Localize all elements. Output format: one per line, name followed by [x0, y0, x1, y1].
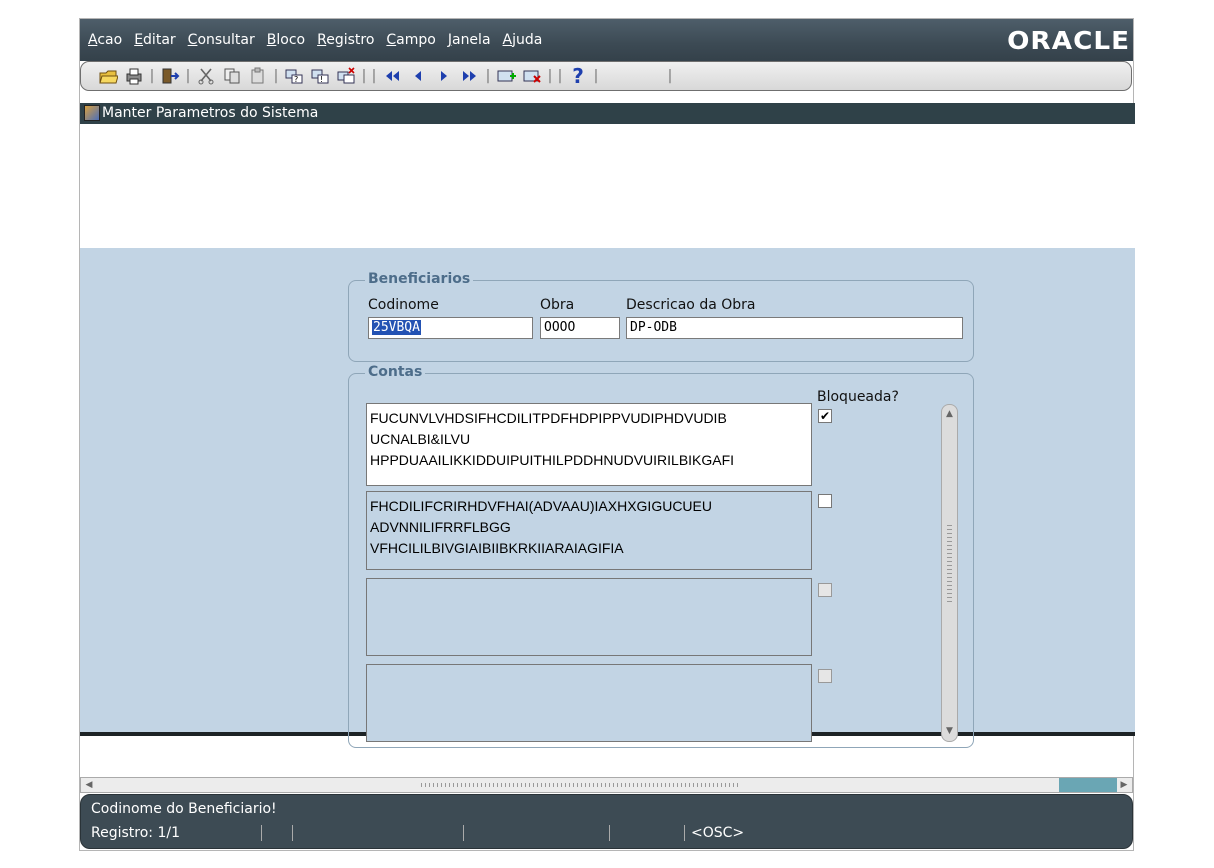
- record-count: Registro: 1/1: [91, 825, 180, 841]
- toolbar-separator: |: [361, 68, 367, 84]
- obra-label: Obra: [540, 297, 575, 313]
- status-cell: [292, 825, 463, 841]
- scroll-grip[interactable]: [947, 525, 952, 605]
- svg-text:?: ?: [294, 75, 298, 84]
- print-icon[interactable]: [123, 65, 145, 87]
- cut-icon[interactable]: [195, 65, 217, 87]
- horizontal-scrollbar[interactable]: ◀ ▶: [80, 777, 1133, 793]
- enter-query-icon[interactable]: ?: [283, 65, 305, 87]
- menu-campo[interactable]: Campo: [386, 32, 435, 48]
- conta-line: HPPDUAAILIKKIDDUIPUITHILPDDHNUDVUIRILBIK…: [370, 452, 735, 468]
- beneficiarios-title: Beneficiarios: [365, 271, 474, 287]
- window-title-bar: Manter Parametros do Sistema: [80, 103, 1135, 124]
- toolbar-separator: |: [371, 68, 377, 84]
- delete-record-icon[interactable]: [521, 65, 543, 87]
- previous-record-icon[interactable]: [407, 65, 429, 87]
- conta-line: FHCDILIFCRIRHDVFHAI(ADVAAU)IAXHXGIGUCUEU: [370, 498, 712, 514]
- scroll-left-icon[interactable]: ◀: [81, 778, 97, 792]
- toolbar-separator: |: [149, 68, 155, 84]
- next-record-icon[interactable]: [433, 65, 455, 87]
- exit-icon[interactable]: [159, 65, 181, 87]
- conta-row-2[interactable]: FHCDILIFCRIRHDVFHAI(ADVAAU)IAXHXGIGUCUEU…: [366, 491, 812, 570]
- status-cell: [261, 825, 292, 841]
- status-message: Codinome do Beneficiario!: [91, 801, 277, 817]
- execute-query-icon[interactable]: !: [309, 65, 331, 87]
- open-folder-icon[interactable]: [97, 65, 119, 87]
- conta-line: ADVNNILIFRRFLBGG: [370, 519, 511, 535]
- codinome-label: Codinome: [368, 297, 439, 313]
- status-bar: Codinome do Beneficiario! Registro: 1/1 …: [80, 794, 1133, 849]
- menu-bloco[interactable]: Bloco: [267, 32, 305, 48]
- toolbar-separator: |: [547, 68, 553, 84]
- first-record-icon[interactable]: [381, 65, 403, 87]
- status-fields: Registro: 1/1 <OSC>: [91, 825, 811, 841]
- descricao-label: Descricao da Obra: [626, 297, 756, 313]
- toolbar: | | | ? ! | | | | | ? | |: [80, 61, 1132, 91]
- toolbar-separator: |: [485, 68, 491, 84]
- bloqueada-label: Bloqueada?: [817, 389, 899, 405]
- menu-janela[interactable]: Janela: [448, 32, 491, 48]
- oracle-logo: ORACLE: [1006, 26, 1130, 55]
- contas-title: Contas: [365, 364, 426, 380]
- toolbar-separator: |: [593, 68, 599, 84]
- header-area: [80, 124, 1135, 248]
- menu-ajuda[interactable]: Ajuda: [503, 32, 543, 48]
- codinome-field[interactable]: 25VBQA: [368, 317, 533, 339]
- last-record-icon[interactable]: [459, 65, 481, 87]
- hscroll-grip[interactable]: [421, 783, 741, 787]
- status-cell: [609, 825, 684, 841]
- help-icon[interactable]: ?: [567, 64, 589, 88]
- bloqueada-checkbox-1[interactable]: ✔: [818, 409, 832, 423]
- scroll-up-icon[interactable]: ▲: [942, 407, 957, 422]
- form-canvas: Beneficiarios Codinome Obra Descricao da…: [80, 248, 1135, 748]
- obra-field[interactable]: OOOO: [540, 317, 620, 339]
- menu-acao[interactable]: Acao: [88, 32, 122, 48]
- toolbar-separator: |: [273, 68, 279, 84]
- window-title: Manter Parametros do Sistema: [102, 105, 319, 121]
- menu-bar: Acao Editar Consultar Bloco Registro Cam…: [80, 19, 1133, 61]
- menu-consultar[interactable]: Consultar: [188, 32, 255, 48]
- toolbar-separator: |: [557, 68, 563, 84]
- cancel-query-icon[interactable]: [335, 65, 357, 87]
- status-cell: [463, 825, 609, 841]
- mode-indicator: <OSC>: [684, 825, 811, 841]
- scroll-right-icon[interactable]: ▶: [1116, 778, 1132, 792]
- form-icon: [84, 105, 100, 121]
- scroll-down-icon[interactable]: ▼: [942, 724, 957, 739]
- menu-editar[interactable]: Editar: [134, 32, 175, 48]
- conta-line: FUCUNVLVHDSIFHCDILITPDFHDPIPPVUDIPHDVUDI…: [370, 410, 727, 426]
- toolbar-separator: |: [667, 68, 673, 84]
- contas-group: Contas Bloqueada? FUCUNVLVHDSIFHCDILITPD…: [348, 364, 974, 748]
- hscroll-thumb[interactable]: [1059, 778, 1117, 792]
- copy-icon[interactable]: [221, 65, 243, 87]
- conta-line: VFHCILILBIVGIAIBIIBKRKIIARAIAGIFIA: [370, 540, 624, 556]
- beneficiarios-group: Beneficiarios Codinome Obra Descricao da…: [348, 271, 974, 362]
- toolbar-separator: |: [185, 68, 191, 84]
- contas-vertical-scrollbar[interactable]: ▲ ▼: [941, 404, 958, 742]
- codinome-value: 25VBQA: [372, 320, 421, 335]
- svg-text:!: !: [320, 75, 323, 84]
- bloqueada-checkbox-4[interactable]: [818, 669, 832, 683]
- conta-line: UCNALBI&ILVU: [370, 431, 471, 447]
- app-window: Acao Editar Consultar Bloco Registro Cam…: [79, 18, 1135, 851]
- bloqueada-checkbox-2[interactable]: [818, 494, 832, 508]
- paste-icon[interactable]: [247, 65, 269, 87]
- insert-record-icon[interactable]: [495, 65, 517, 87]
- bloqueada-checkbox-3[interactable]: [818, 583, 832, 597]
- conta-row-1[interactable]: FUCUNVLVHDSIFHCDILITPDFHDPIPPVUDIPHDVUDI…: [366, 403, 812, 486]
- conta-row-4[interactable]: [366, 664, 812, 742]
- menu-registro[interactable]: Registro: [317, 32, 374, 48]
- descricao-field[interactable]: DP-ODB: [626, 317, 963, 339]
- conta-row-3[interactable]: [366, 578, 812, 656]
